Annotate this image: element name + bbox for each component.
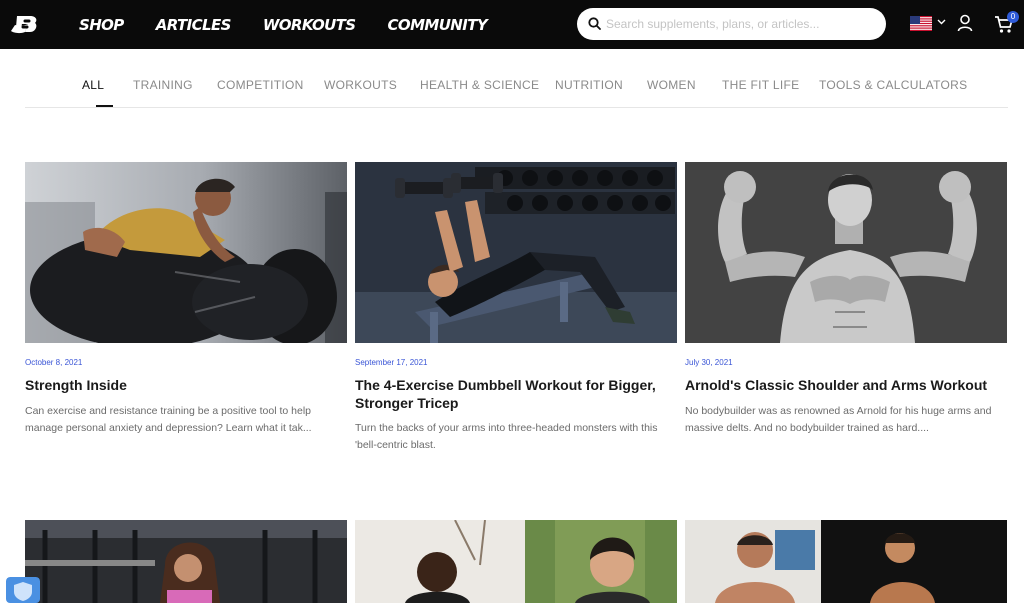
main-nav: SHOP ARTICLES WORKOUTS COMMUNITY [79,0,519,49]
article-image[interactable] [355,520,677,603]
nav-articles[interactable]: ARTICLES [156,16,232,34]
nav-community[interactable]: COMMUNITY [388,16,488,34]
tab-nutrition[interactable]: NUTRITION [555,78,623,92]
article-image[interactable] [355,162,677,343]
active-tab-indicator [96,105,113,107]
article-image[interactable] [685,520,1007,603]
article-description: Turn the backs of your arms into three-h… [355,422,658,451]
us-flag-icon[interactable] [910,16,932,31]
bodybuilding-logo-icon[interactable] [8,10,40,38]
chevron-down-icon[interactable] [937,18,946,26]
nav-workouts[interactable]: WORKOUTS [263,16,356,34]
search-bar[interactable] [577,8,886,40]
site-header: SHOP ARTICLES WORKOUTS COMMUNITY 0 [0,0,1024,49]
article-date[interactable]: September 17, 2021 [355,358,428,367]
tab-training[interactable]: TRAINING [133,78,193,92]
article-date[interactable]: July 30, 2021 [685,358,733,367]
article-description: No bodybuilder was as renowned as Arnold… [685,405,992,434]
cart-count-badge: 0 [1007,11,1019,23]
article-title[interactable]: Arnold's Classic Shoulder and Arms Worko… [685,376,1003,394]
shield-icon[interactable] [6,577,40,603]
article-description: Can exercise and resistance training be … [25,405,312,434]
search-input[interactable] [606,14,874,34]
tab-competition[interactable]: COMPETITION [217,78,304,92]
article-date[interactable]: October 8, 2021 [25,358,82,367]
article-image[interactable] [25,162,347,343]
article-image[interactable] [685,162,1007,343]
tab-tools-calculators[interactable]: TOOLS & CALCULATORS [819,78,967,92]
tab-health-science[interactable]: HEALTH & SCIENCE [420,78,539,92]
tab-women[interactable]: WOMEN [647,78,696,92]
tab-all[interactable]: ALL [82,78,104,92]
search-icon [588,17,601,30]
category-tabs: ALL TRAINING COMPETITION WORKOUTS HEALTH… [25,66,1008,108]
tab-workouts[interactable]: WORKOUTS [324,78,397,92]
article-image[interactable] [25,520,347,603]
article-title[interactable]: The 4-Exercise Dumbbell Workout for Bigg… [355,376,673,412]
user-icon[interactable] [957,14,973,32]
article-title[interactable]: Strength Inside [25,376,343,394]
nav-shop[interactable]: SHOP [79,16,124,34]
tab-the-fit-life[interactable]: THE FIT LIFE [722,78,799,92]
